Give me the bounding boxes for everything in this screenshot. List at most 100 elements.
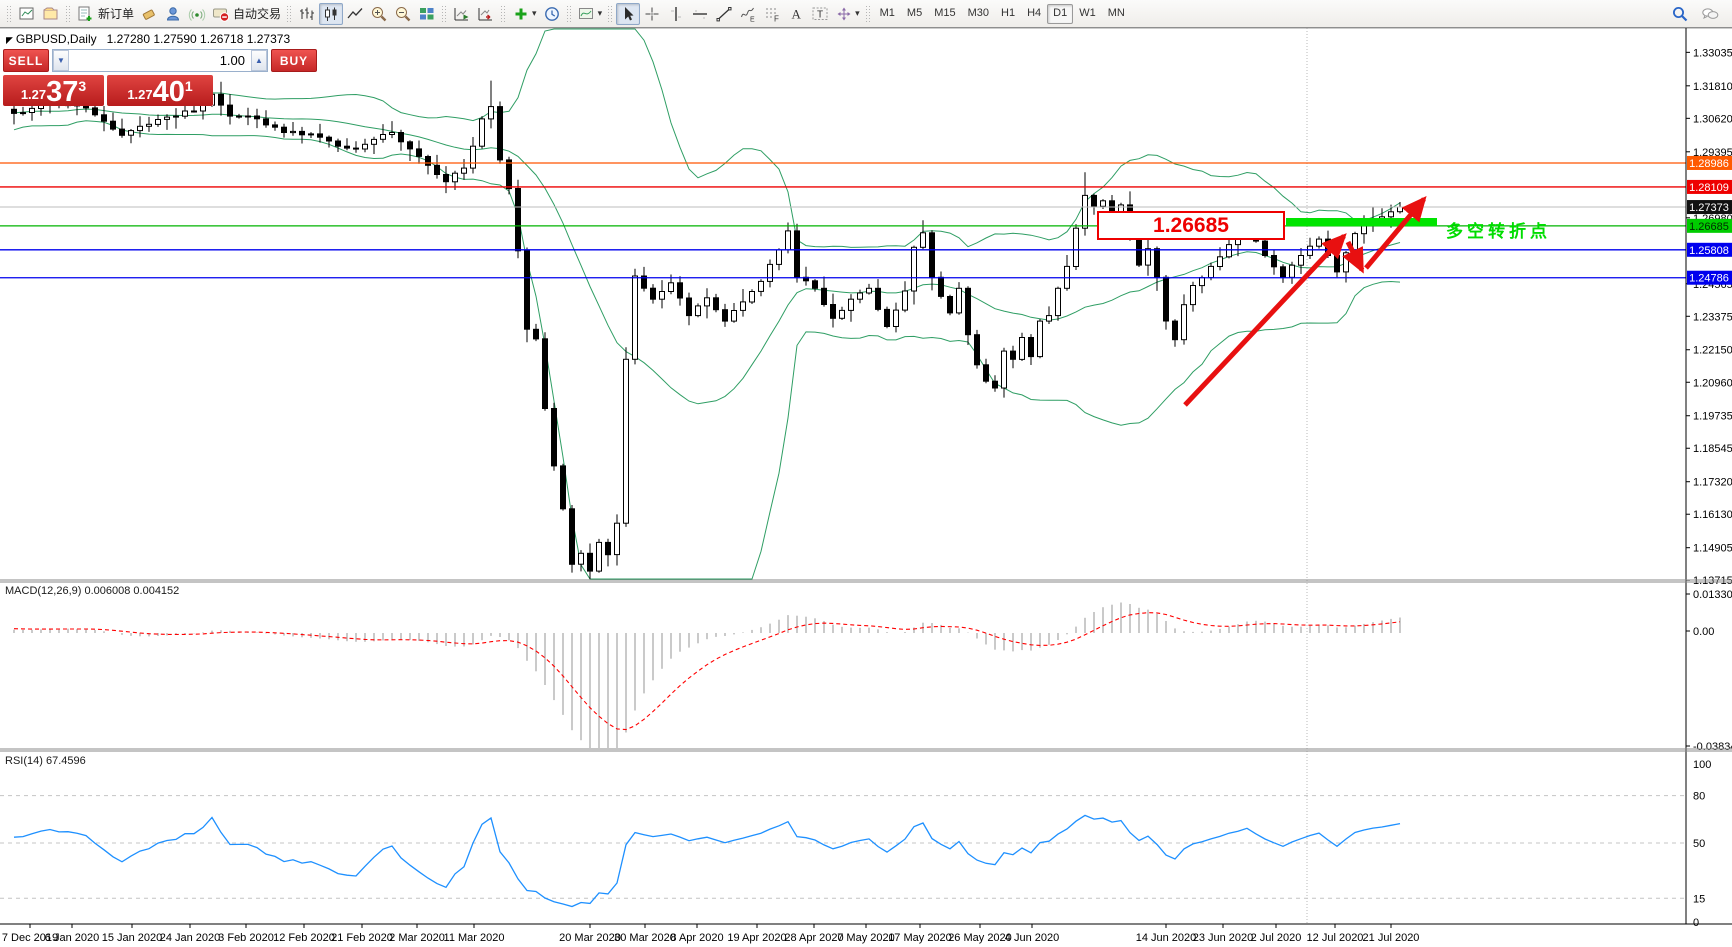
cursor-tool-icon[interactable] [616,3,640,25]
svg-text:1.25808: 1.25808 [1689,245,1729,257]
svg-text:F: F [774,14,779,23]
date-axis-label: 15 Jan 2020 [102,932,163,944]
horizontal-line-tool-icon[interactable] [688,3,712,25]
signals-icon[interactable] [185,3,209,25]
date-axis-label: 19 Apr 2020 [727,932,786,944]
timeframe-button-M30[interactable]: M30 [962,4,995,24]
chat-icon[interactable] [1698,3,1722,25]
timeframe-button-W1[interactable]: W1 [1073,4,1102,24]
indicators-icon[interactable]: ▾ [509,3,540,25]
price-axis-tick: 1.30620 [1693,113,1732,125]
pivot-annotation-text[interactable]: 多空转折点 [1446,217,1551,242]
new-order-button[interactable]: 新订单 [74,3,137,25]
profiles-icon[interactable] [39,3,63,25]
rsi-axis-tick: 50 [1693,838,1705,850]
date-axis-label: 14 Jun 2020 [1136,932,1197,944]
sell-button[interactable]: SELL [3,49,49,72]
rsi-panel: 1008050150 [0,759,1711,929]
one-click-trading-panel: SELL ▼ ▲ BUY 1.27373 1.27401 [3,49,213,106]
date-axis-label: 3 Feb 2020 [218,932,274,944]
sell-price-big: 37 [46,79,78,105]
buy-price-tile[interactable]: 1.27401 [107,75,213,106]
new-order-label: 新订单 [98,5,134,22]
chart-frame: 7 Dec 20196 Jan 202015 Jan 202024 Jan 20… [0,28,1732,944]
support-price-annotation[interactable]: 1.26685 [1097,211,1285,240]
date-axis-label: 23 Jun 2020 [1193,932,1254,944]
auto-trading-button[interactable]: 自动交易 [209,3,284,25]
timeframe-button-MN[interactable]: MN [1102,4,1131,24]
toolbar-grip[interactable] [286,5,293,23]
date-axis-label: 2 Mar 2020 [389,932,445,944]
price-axis-tick: 1.16130 [1693,509,1732,521]
timeframe-button-H1[interactable]: H1 [995,4,1021,24]
buy-price-big: 40 [153,79,185,105]
price-axis-tick: 1.17320 [1693,477,1732,489]
chart-shift-icon[interactable] [474,3,498,25]
eraser-icon[interactable] [137,3,161,25]
date-axis-label: 30 Mar 2020 [614,932,676,944]
arrows-tool-icon[interactable]: ▾ [832,3,863,25]
buy-price-prefix: 1.27 [127,85,152,105]
macd-axis-tick: 0.013301 [1693,589,1732,601]
toolbar-grip[interactable] [6,5,13,23]
trendline-tool-icon[interactable] [712,3,736,25]
sell-price-tile[interactable]: 1.27373 [3,75,104,106]
date-axis-label: 28 Apr 2020 [784,932,843,944]
svg-text:A: A [792,6,802,21]
chevron-down-icon: ▾ [855,8,860,19]
price-lines: 1.330351.318101.306201.293951.269801.245… [0,47,1732,587]
volume-input[interactable] [69,50,251,71]
text-tool-icon[interactable]: A [784,3,808,25]
bar-chart-icon[interactable] [295,3,319,25]
timeframe-button-H4[interactable]: H4 [1021,4,1047,24]
auto-scroll-icon[interactable] [450,3,474,25]
date-axis-label: 20 Mar 2020 [559,932,621,944]
text-label-tool-icon[interactable]: T [808,3,832,25]
price-axis-tick: 1.13715 [1693,575,1732,587]
chart-plot-area[interactable]: 1.330351.318101.306201.293951.269801.245… [0,0,1732,947]
toolbar-grip[interactable] [65,5,72,23]
toolbar-grip[interactable] [607,5,614,23]
toolbar-grip[interactable] [865,5,872,23]
templates-icon[interactable]: ▾ [575,3,606,25]
zoom-in-icon[interactable] [367,3,391,25]
timeframe-button-M1[interactable]: M1 [874,4,901,24]
fibonacci-tool-icon[interactable]: F [760,3,784,25]
chart-window-icon[interactable] [15,3,39,25]
timeframe-button-M15[interactable]: M15 [928,4,961,24]
tile-windows-icon[interactable] [415,3,439,25]
volume-spinner: ▼ ▲ [52,49,268,72]
buy-button[interactable]: BUY [271,49,317,72]
svg-text:T: T [817,9,823,20]
volume-decrease-button[interactable]: ▼ [53,50,69,71]
support-zone-bar[interactable] [1286,218,1437,226]
rsi-line [14,815,1400,906]
toolbar-grip[interactable] [500,5,507,23]
period-clock-icon[interactable] [540,3,564,25]
svg-text:E: E [750,16,755,23]
price-axis-tick: 1.19735 [1693,411,1732,423]
vertical-line-tool-icon[interactable] [664,3,688,25]
elliott-wave-tool-icon[interactable]: E [736,3,760,25]
price-axis-tick: 1.20960 [1693,377,1732,389]
volume-increase-button[interactable]: ▲ [251,50,267,71]
line-chart-icon[interactable] [343,3,367,25]
candlestick-chart-icon[interactable] [319,3,343,25]
trend-arrow[interactable] [1185,236,1344,405]
toolbar-grip[interactable] [441,5,448,23]
trend-arrow[interactable] [1366,199,1424,268]
timeframe-button-D1[interactable]: D1 [1047,4,1073,24]
expert-advisor-icon[interactable] [161,3,185,25]
mt4-window: 新订单 自动交易 ▾ ▾ E F A T ▾ M1M5M15M3 [0,0,1732,947]
chart-title: ◤GBPUSD,Daily1.27280 1.27590 1.26718 1.2… [6,32,290,46]
toolbar-grip[interactable] [566,5,573,23]
timeframe-button-M5[interactable]: M5 [901,4,928,24]
zoom-out-icon[interactable] [391,3,415,25]
svg-text:1.26685: 1.26685 [1689,221,1729,233]
rsi-axis-tick: 80 [1693,791,1705,803]
date-axis-label: 21 Feb 2020 [331,932,393,944]
svg-text:1.24786: 1.24786 [1689,273,1729,285]
search-icon[interactable] [1668,3,1692,25]
date-axis-label: 11 Mar 2020 [444,932,505,944]
crosshair-tool-icon[interactable] [640,3,664,25]
